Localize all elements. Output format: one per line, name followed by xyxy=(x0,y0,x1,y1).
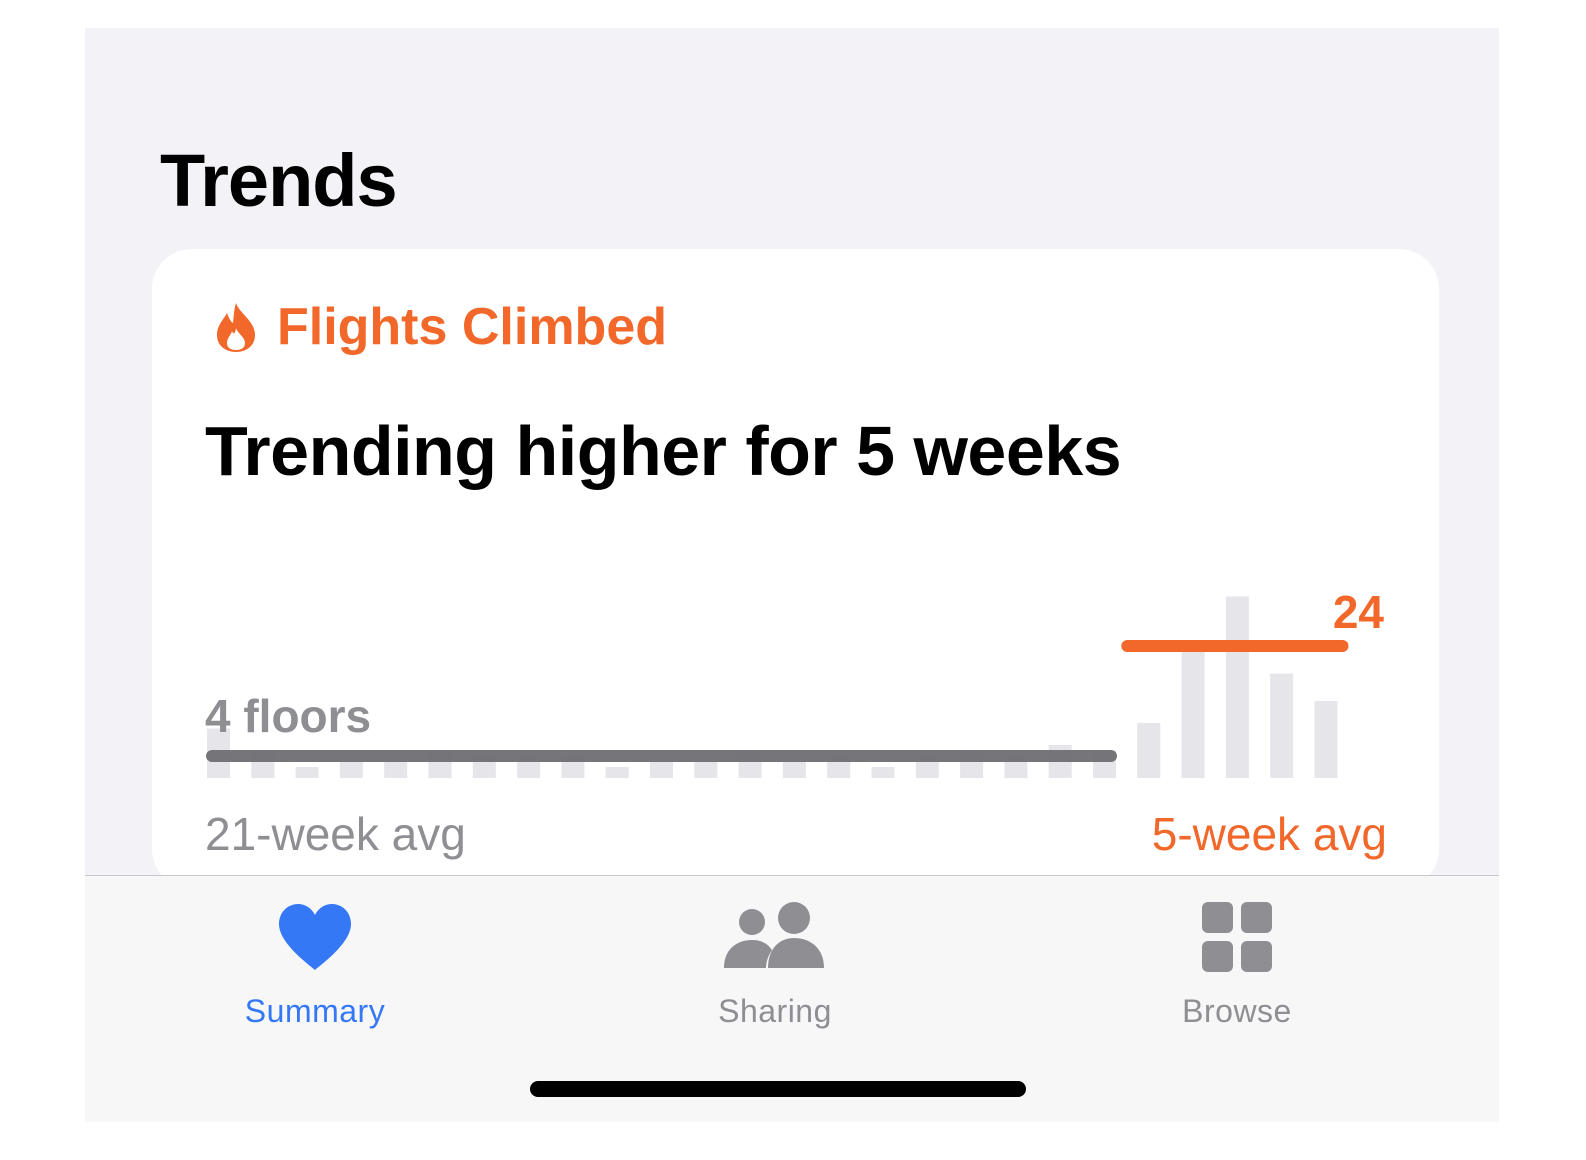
past-week-bar xyxy=(339,761,363,778)
past-week-bar xyxy=(605,767,629,778)
tab-sharing-label: Sharing xyxy=(718,993,832,1029)
recent-week-bar xyxy=(1225,596,1249,778)
home-indicator xyxy=(530,1081,1026,1097)
past-average-value: 4 floors xyxy=(205,690,372,742)
past-week-bar xyxy=(384,761,408,778)
past-week-bar xyxy=(782,761,806,778)
grid-icon xyxy=(1202,902,1272,972)
people-icon xyxy=(724,902,824,968)
past-week-bar xyxy=(871,767,895,778)
recent-average-value: 24 xyxy=(1332,586,1384,638)
tab-browse[interactable]: Browse xyxy=(1087,876,1387,1046)
recent-week-bar xyxy=(1270,673,1294,778)
heart-icon xyxy=(279,904,351,970)
recent-week-bar xyxy=(1314,701,1338,778)
recent-week-bar xyxy=(1137,723,1161,778)
tab-sharing[interactable]: Sharing xyxy=(625,876,925,1046)
recent-average-caption: 5-week avg xyxy=(1151,808,1387,860)
tab-summary-label: Summary xyxy=(244,993,386,1029)
past-week-bar xyxy=(694,761,718,778)
past-week-bar xyxy=(650,761,673,778)
trend-bar-chart xyxy=(206,596,1349,778)
tab-bar: Summary Sharing Browse xyxy=(85,875,1499,1122)
health-trends-screen: Trends Flights Climbed Trending higher f… xyxy=(85,28,1499,1122)
recent-week-bar xyxy=(1181,651,1205,778)
past-average-caption: 21-week avg xyxy=(205,808,466,860)
tab-browse-label: Browse xyxy=(1182,993,1292,1029)
trend-card-flights-climbed[interactable]: Flights Climbed Trending higher for 5 we… xyxy=(152,249,1439,889)
tab-summary[interactable]: Summary xyxy=(165,876,465,1046)
past-week-bar xyxy=(295,767,319,778)
section-title: Trends xyxy=(160,139,398,222)
